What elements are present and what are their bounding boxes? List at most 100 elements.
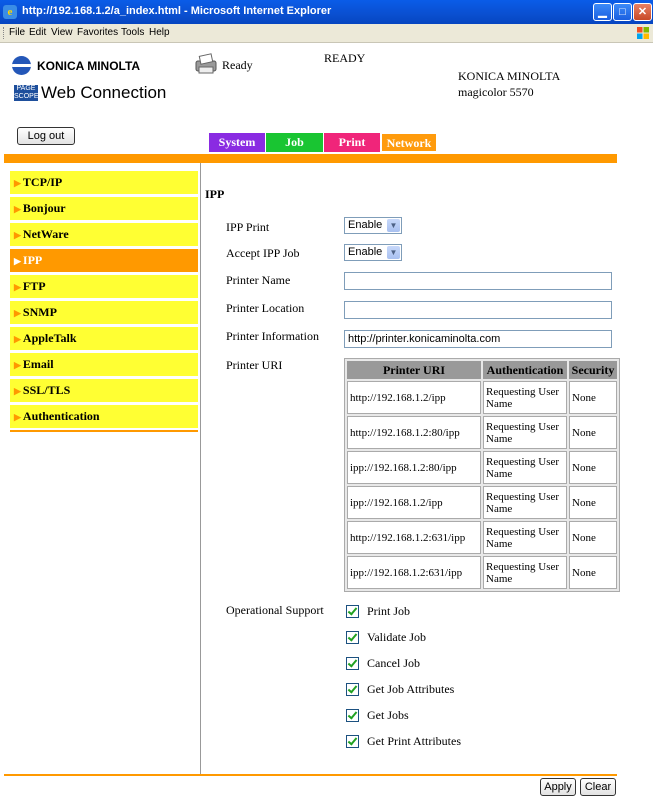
arrow-right-icon: ▶ bbox=[14, 412, 21, 422]
sidebar-item-label: SSL/TLS bbox=[22, 383, 71, 397]
sidebar-item-email[interactable]: ▶ Email bbox=[10, 353, 198, 376]
sidebar-item-appletalk[interactable]: ▶ AppleTalk bbox=[10, 327, 198, 350]
sidebar-item-ipp[interactable]: ▶ IPP bbox=[10, 249, 198, 272]
printer-location-label: Printer Location bbox=[226, 301, 305, 315]
pagescope-logo: PAGE SCOPE Web Connection bbox=[14, 83, 166, 103]
operation-print-job[interactable]: Print Job bbox=[346, 604, 410, 619]
printer-location-field[interactable] bbox=[344, 301, 612, 319]
logout-button[interactable]: Log out bbox=[17, 127, 75, 145]
operation-label: Cancel Job bbox=[367, 656, 420, 670]
operational-support-label: Operational Support bbox=[226, 603, 324, 617]
ipp-print-label: IPP Print bbox=[226, 220, 270, 234]
arrow-right-icon: ▶ bbox=[14, 256, 21, 266]
sidebar-item-label: Bonjour bbox=[22, 201, 66, 215]
toolbar-grip bbox=[3, 27, 6, 39]
checkbox-checked-icon[interactable] bbox=[346, 683, 359, 696]
checkbox-checked-icon[interactable] bbox=[346, 605, 359, 618]
page-title: IPP bbox=[205, 187, 225, 201]
uri-cell: ipp://192.168.1.2/ipp bbox=[347, 486, 481, 519]
menu-tools[interactable]: Tools bbox=[121, 27, 144, 38]
sidebar-item-label: SNMP bbox=[22, 305, 57, 319]
model-name: magicolor 5570 bbox=[458, 85, 534, 99]
printer-information-field[interactable]: http://printer.konicaminolta.com bbox=[344, 330, 612, 348]
apply-button[interactable]: Apply bbox=[540, 778, 576, 796]
menu-file[interactable]: File bbox=[9, 27, 25, 38]
status-icon-label: Ready bbox=[222, 58, 253, 72]
column-header-security: Security bbox=[569, 361, 617, 379]
checkbox-checked-icon[interactable] bbox=[346, 735, 359, 748]
windows-logo-icon bbox=[637, 27, 649, 39]
sidebar-item-bonjour[interactable]: ▶ Bonjour bbox=[10, 197, 198, 220]
menu-view[interactable]: View bbox=[51, 27, 73, 38]
security-cell: None bbox=[569, 486, 617, 519]
operation-cancel-job[interactable]: Cancel Job bbox=[346, 656, 420, 671]
table-row: ipp://192.168.1.2/ipp Requesting User Na… bbox=[347, 486, 617, 519]
uri-cell: ipp://192.168.1.2:631/ipp bbox=[347, 556, 481, 589]
authentication-cell: Requesting User Name bbox=[483, 416, 567, 449]
clear-button[interactable]: Clear bbox=[580, 778, 616, 796]
printer-icon bbox=[195, 53, 217, 74]
menu-favorites[interactable]: Favorites bbox=[77, 27, 118, 38]
menu-edit[interactable]: Edit bbox=[29, 27, 46, 38]
content-divider bbox=[200, 163, 201, 775]
operation-label: Get Jobs bbox=[367, 708, 409, 722]
menu-bar: File Edit View Favorites Tools Help bbox=[0, 24, 653, 43]
sidebar-divider bbox=[10, 430, 198, 432]
chevron-down-icon[interactable]: ▼ bbox=[387, 219, 400, 232]
menu-help[interactable]: Help bbox=[149, 27, 170, 38]
tab-system[interactable]: System bbox=[209, 133, 265, 152]
operation-get-job-attributes[interactable]: Get Job Attributes bbox=[346, 682, 454, 697]
column-header-printer-uri: Printer URI bbox=[347, 361, 481, 379]
authentication-cell: Requesting User Name bbox=[483, 451, 567, 484]
sidebar-item-ftp[interactable]: ▶ FTP bbox=[10, 275, 198, 298]
uri-cell: ipp://192.168.1.2:80/ipp bbox=[347, 451, 481, 484]
sidebar: ▶ TCP/IP ▶ Bonjour ▶ NetWare ▶ IPP ▶ FTP ▶ SNM… bbox=[10, 171, 198, 432]
tab-network[interactable]: Network bbox=[381, 133, 437, 152]
sidebar-item-label: FTP bbox=[22, 279, 46, 293]
operation-label: Get Print Attributes bbox=[367, 734, 461, 748]
operation-get-print-attributes[interactable]: Get Print Attributes bbox=[346, 734, 461, 749]
table-row: http://192.168.1.2:631/ipp Requesting Us… bbox=[347, 521, 617, 554]
security-cell: None bbox=[569, 451, 617, 484]
authentication-cell: Requesting User Name bbox=[483, 521, 567, 554]
chevron-down-icon[interactable]: ▼ bbox=[387, 246, 400, 259]
printer-name-field[interactable] bbox=[344, 272, 612, 290]
header-divider bbox=[4, 154, 617, 163]
table-row: http://192.168.1.2:80/ipp Requesting Use… bbox=[347, 416, 617, 449]
konica-minolta-logo: KONICA MINOLTA bbox=[12, 56, 140, 75]
minimize-button[interactable]: ▁ bbox=[593, 3, 612, 21]
sidebar-item-label: Authentication bbox=[22, 409, 100, 423]
close-button[interactable]: ✕ bbox=[633, 3, 652, 21]
security-cell: None bbox=[569, 521, 617, 554]
sidebar-item-authentication[interactable]: ▶ Authentication bbox=[10, 405, 198, 428]
authentication-cell: Requesting User Name bbox=[483, 381, 567, 414]
security-cell: None bbox=[569, 556, 617, 589]
checkbox-checked-icon[interactable] bbox=[346, 657, 359, 670]
arrow-right-icon: ▶ bbox=[14, 360, 21, 370]
operation-validate-job[interactable]: Validate Job bbox=[346, 630, 426, 645]
security-cell: None bbox=[569, 381, 617, 414]
maximize-button[interactable]: □ bbox=[613, 3, 632, 21]
operation-label: Print Job bbox=[367, 604, 411, 618]
sidebar-item-snmp[interactable]: ▶ SNMP bbox=[10, 301, 198, 324]
ipp-print-value: Enable bbox=[348, 219, 383, 231]
printer-uri-table: Printer URI Authentication Security http… bbox=[344, 358, 620, 592]
accept-ipp-job-select[interactable]: Enable ▼ bbox=[344, 244, 402, 261]
operation-get-jobs[interactable]: Get Jobs bbox=[346, 708, 409, 723]
sidebar-item-ssltls[interactable]: ▶ SSL/TLS bbox=[10, 379, 198, 402]
tab-print[interactable]: Print bbox=[324, 133, 380, 152]
arrow-right-icon: ▶ bbox=[14, 386, 21, 396]
sidebar-item-label: NetWare bbox=[22, 227, 69, 241]
sidebar-item-tcpip[interactable]: ▶ TCP/IP bbox=[10, 171, 198, 194]
checkbox-checked-icon[interactable] bbox=[346, 631, 359, 644]
printer-information-label: Printer Information bbox=[226, 329, 319, 343]
checkbox-checked-icon[interactable] bbox=[346, 709, 359, 722]
arrow-right-icon: ▶ bbox=[14, 334, 21, 344]
sidebar-item-netware[interactable]: ▶ NetWare bbox=[10, 223, 198, 246]
konica-minolta-globe-icon bbox=[12, 56, 31, 75]
uri-cell: http://192.168.1.2/ipp bbox=[347, 381, 481, 414]
accept-ipp-job-value: Enable bbox=[348, 246, 383, 258]
tab-job[interactable]: Job bbox=[266, 133, 323, 152]
operation-label: Validate Job bbox=[367, 630, 426, 644]
ipp-print-select[interactable]: Enable ▼ bbox=[344, 217, 402, 234]
